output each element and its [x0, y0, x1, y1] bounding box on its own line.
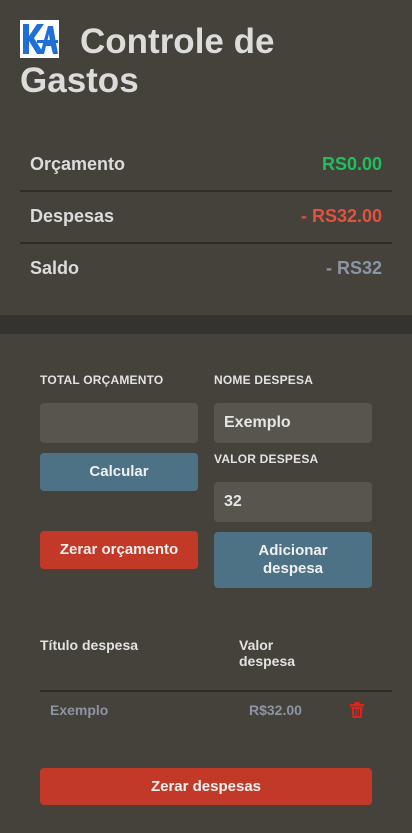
header: Controle de Gastos Orçamento RS0.00 Desp… [0, 0, 412, 315]
expense-name-input[interactable] [214, 403, 372, 443]
reset-budget-button[interactable]: Zerar orçamento [40, 531, 198, 569]
page-title: Controle de Gastos [20, 22, 275, 100]
expenses-label: Despesas [30, 206, 115, 226]
table-header-value: Valor despesa [239, 637, 296, 669]
budget-value: RS0.00 [321, 154, 382, 174]
calculate-button[interactable]: Calcular [40, 453, 198, 491]
expense-name-label: NOME DESPESA [214, 373, 314, 387]
section-separator [0, 315, 412, 334]
expenses-value: - RS32.00 [300, 206, 382, 226]
table-divider [40, 690, 392, 692]
reset-expenses-button[interactable]: Zerar despesas [40, 768, 372, 805]
summary-balance-row: Saldo - RS32 [20, 243, 392, 294]
budget-input[interactable] [40, 403, 198, 443]
budget-label: Orçamento [30, 154, 126, 174]
expense-value-input[interactable] [214, 482, 372, 522]
table-header-title: Título despesa [40, 637, 139, 653]
summary-budget-row: Orçamento RS0.00 [20, 139, 392, 190]
balance-label: Saldo [30, 258, 80, 278]
expense-value-label: VALOR DESPESA [214, 452, 319, 466]
expense-value-cell: R$32.00 [249, 702, 302, 718]
summary-expenses-row: Despesas - RS32.00 [20, 191, 392, 242]
trash-icon[interactable] [350, 702, 364, 718]
budget-field-label: TOTAL ORÇAMENTO [40, 373, 164, 387]
expense-title-cell: Exemplo [50, 702, 109, 718]
balance-value: - RS32 [325, 258, 382, 278]
add-expense-button[interactable]: Adicionar despesa [214, 532, 372, 588]
